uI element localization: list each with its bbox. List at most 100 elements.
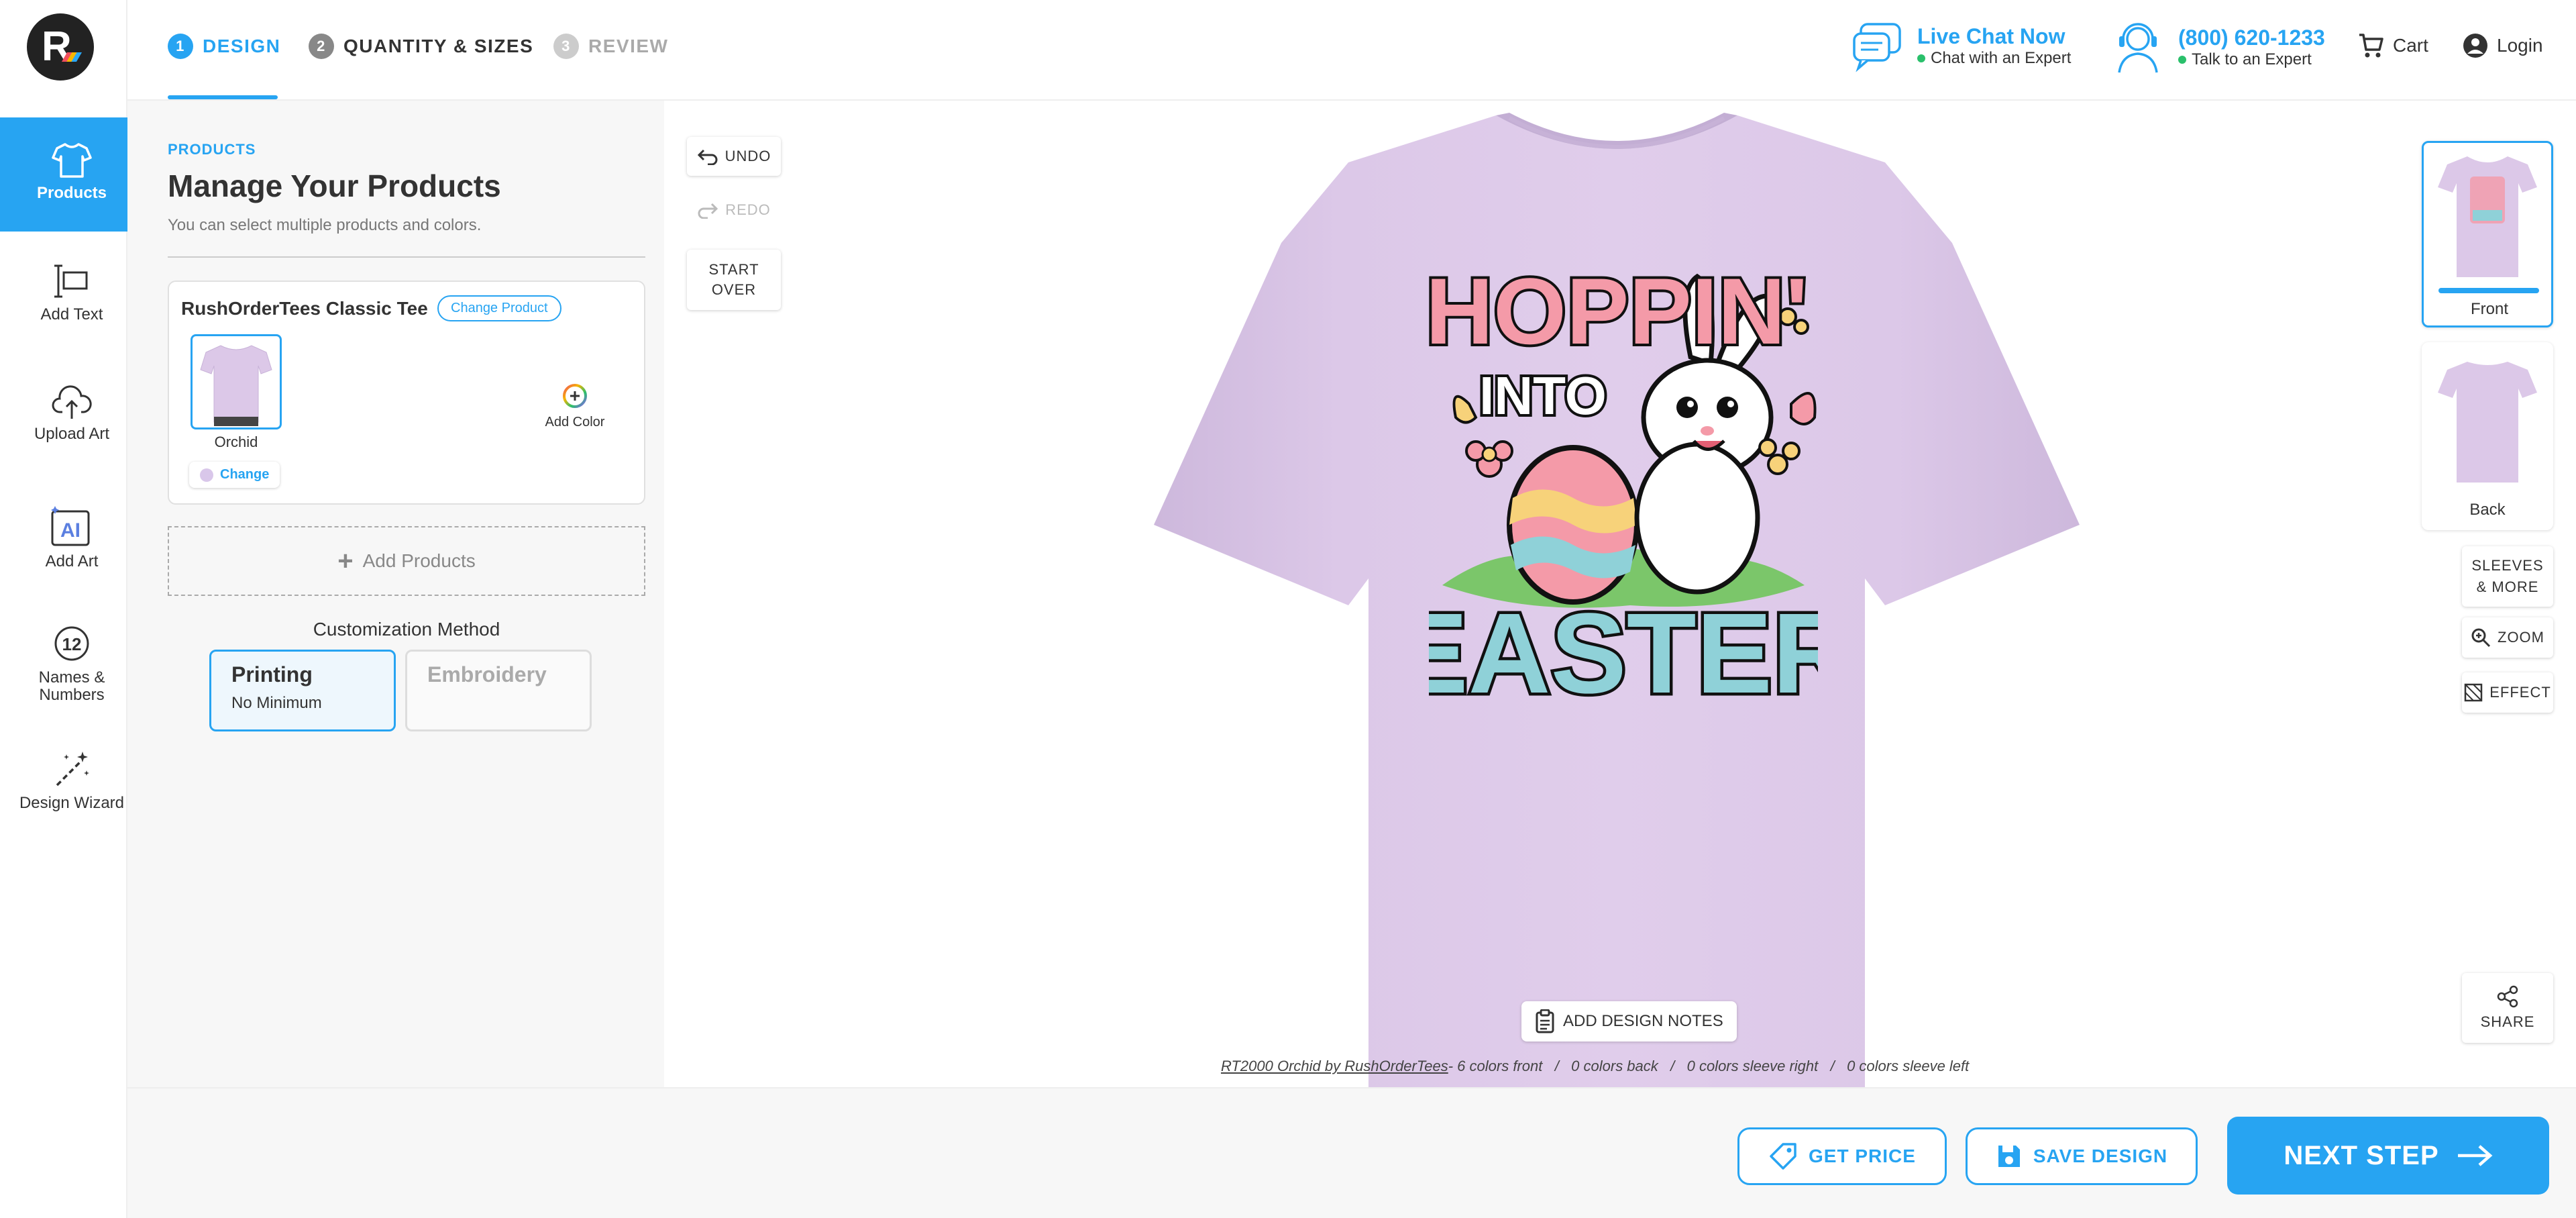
- get-price-label: GET PRICE: [1809, 1146, 1916, 1166]
- step-review[interactable]: 3 REVIEW: [553, 34, 668, 59]
- number-icon: 12: [54, 626, 89, 661]
- sleeves-more-button[interactable]: SLEEVES & MORE: [2462, 546, 2553, 607]
- change-label: Change: [220, 467, 270, 482]
- design-text-easter: EASTER: [1429, 590, 1818, 713]
- divider: [168, 256, 645, 258]
- color-swatch-orchid[interactable]: [191, 334, 282, 429]
- sidebar-item-products[interactable]: Products: [0, 117, 144, 232]
- rushordertees-logo[interactable]: R: [27, 13, 94, 81]
- redo-button[interactable]: REDO: [687, 191, 781, 230]
- live-chat-subtitle: Chat with an Expert: [1931, 48, 2072, 67]
- sidebar-item-upload-art[interactable]: Upload Art: [0, 376, 144, 490]
- change-color-button[interactable]: Change: [189, 462, 280, 488]
- text-icon: [54, 264, 88, 298]
- online-status-dot: [2178, 55, 2186, 64]
- login-link[interactable]: Login: [2462, 32, 2543, 59]
- sidebar-item-label-2: Numbers: [39, 686, 105, 704]
- view-label: Back: [2469, 501, 2506, 519]
- method-printing[interactable]: Printing No Minimum: [209, 650, 396, 731]
- panel-eyebrow: PRODUCTS: [168, 141, 256, 158]
- bottom-action-bar: GET PRICE SAVE DESIGN NEXT STEP: [127, 1087, 2576, 1218]
- share-label: SHARE: [2480, 1013, 2535, 1030]
- tshirt-back-preview: [2438, 362, 2537, 483]
- cart-label: Cart: [2393, 35, 2428, 56]
- step-number: 1: [168, 34, 193, 59]
- add-color-button[interactable]: Add Color: [531, 383, 619, 430]
- start-over-line1: START: [708, 261, 759, 278]
- user-account-icon: [2463, 34, 2487, 58]
- sidebar-item-label: Upload Art: [34, 425, 110, 443]
- product-name: RushOrderTees Classic Tee: [181, 298, 428, 319]
- design-text-hoppin: HOPPIN': [1429, 258, 1808, 364]
- add-color-label: Add Color: [545, 415, 605, 429]
- sidebar-item-label: Products: [36, 184, 107, 202]
- tshirt-front-preview: [2438, 156, 2537, 277]
- change-product-button[interactable]: Change Product: [437, 295, 561, 321]
- start-over-button[interactable]: START OVER: [687, 250, 781, 310]
- headset-agent-icon: [2118, 23, 2158, 73]
- share-button[interactable]: SHARE: [2462, 973, 2553, 1043]
- method-title: Embroidery: [427, 662, 547, 687]
- add-products-button[interactable]: + Add Products: [168, 526, 645, 596]
- view-front-thumbnail[interactable]: Front: [2422, 141, 2553, 327]
- add-design-notes-button[interactable]: ADD DESIGN NOTES: [1521, 1001, 1737, 1042]
- product-info-link[interactable]: RT2000 Orchid by RushOrderTees: [1221, 1058, 1448, 1074]
- get-price-button[interactable]: GET PRICE: [1737, 1127, 1947, 1185]
- tshirt-thumbnail: [200, 345, 272, 426]
- step-label: QUANTITY & SIZES: [343, 36, 534, 56]
- step-label: DESIGN: [203, 36, 281, 56]
- add-color-icon: [563, 384, 587, 408]
- step-design[interactable]: 1 DESIGN: [168, 34, 280, 59]
- phone-subtitle: Talk to an Expert: [2192, 50, 2312, 68]
- add-design-notes-label: ADD DESIGN NOTES: [1563, 1012, 1723, 1030]
- sidebar-item-label: Names &: [38, 668, 105, 687]
- sidebar-item-add-text[interactable]: Add Text: [0, 255, 144, 369]
- view-back-thumbnail[interactable]: Back: [2422, 342, 2553, 530]
- zoom-button[interactable]: ZOOM: [2462, 617, 2553, 658]
- start-over-line2: OVER: [711, 281, 757, 298]
- sidebar-item-add-art[interactable]: AI Add Art: [0, 497, 144, 611]
- live-chat-link[interactable]: Live Chat Now Chat with an Expert: [1851, 19, 2071, 72]
- step-number: 3: [553, 34, 579, 59]
- step-label: REVIEW: [588, 36, 669, 56]
- colors-back: 0 colors back: [1571, 1058, 1658, 1074]
- redo-icon: [698, 203, 718, 219]
- sidebar-item-design-wizard[interactable]: Design Wizard: [0, 745, 144, 859]
- effect-icon: [2464, 683, 2483, 702]
- save-design-button[interactable]: SAVE DESIGN: [1966, 1127, 2198, 1185]
- customization-method-label: Customization Method: [313, 619, 500, 640]
- price-tag-icon: [1770, 1143, 1796, 1170]
- plus-icon: +: [337, 546, 354, 576]
- selected-view-indicator: [2438, 288, 2539, 293]
- separator: /: [1830, 1058, 1835, 1074]
- tshirt-icon: [52, 143, 92, 178]
- tshirt-mockup[interactable]: HOPPIN' INTO EASTER: [1147, 109, 2086, 1088]
- svg-text:12: 12: [62, 634, 82, 654]
- design-canvas: UNDO REDO START OVER HOPPIN' INTO EASTER…: [664, 101, 2576, 1088]
- panel-subtitle: You can select multiple products and col…: [168, 216, 482, 234]
- method-embroidery[interactable]: Embroidery: [405, 650, 592, 731]
- left-sidebar: R Products Add Text Upload Art AI Add Ar: [0, 0, 144, 1218]
- cart-icon: [2359, 34, 2383, 58]
- redo-label: REDO: [725, 201, 771, 218]
- add-products-label: Add Products: [362, 550, 476, 571]
- color-name: Orchid: [214, 434, 258, 450]
- magic-wand-icon: [56, 752, 89, 786]
- svg-text:AI: AI: [60, 519, 80, 542]
- product-card: RushOrderTees Classic Tee Change Product…: [168, 281, 645, 505]
- phone-link[interactable]: (800) 620-1233 Talk to an Expert: [2110, 19, 2325, 75]
- effect-label: EFFECT: [2489, 684, 2551, 701]
- notes-icon: [1536, 1009, 1554, 1033]
- share-icon: [2497, 985, 2518, 1008]
- sleeves-line1: SLEEVES: [2471, 557, 2544, 574]
- top-bar: 1 DESIGN 2 QUANTITY & SIZES 3 REVIEW Liv…: [127, 0, 2576, 101]
- undo-button[interactable]: UNDO: [687, 137, 781, 176]
- colors-sleeve-right: 0 colors sleeve right: [1686, 1058, 1819, 1074]
- effect-button[interactable]: EFFECT: [2462, 672, 2553, 713]
- undo-icon: [697, 149, 718, 165]
- sidebar-item-names-numbers[interactable]: 12 Names & Numbers: [0, 621, 144, 735]
- next-step-button[interactable]: NEXT STEP: [2227, 1117, 2549, 1195]
- step-quantity-sizes[interactable]: 2 QUANTITY & SIZES: [309, 34, 533, 59]
- active-step-indicator: [168, 95, 278, 99]
- cart-link[interactable]: Cart: [2358, 32, 2428, 59]
